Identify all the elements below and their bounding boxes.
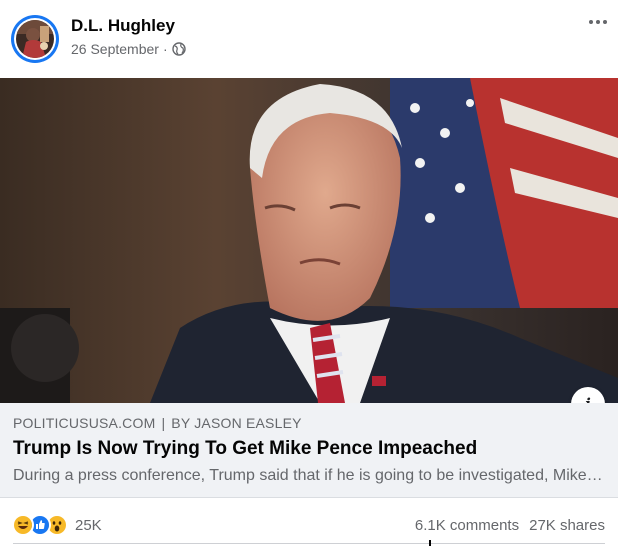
reaction-summary[interactable]: 25K (12, 514, 102, 536)
facebook-post: D.L. Hughley 26 September · POLITICUSUSA… (0, 0, 618, 546)
author-name[interactable]: D.L. Hughley (71, 16, 175, 36)
link-preview-image[interactable] (0, 78, 618, 403)
meta-separator: · (162, 41, 168, 57)
link-domain: POLITICUSUSA.COM (13, 415, 156, 431)
avatar-image (16, 20, 54, 58)
cursor-mark (429, 540, 431, 546)
politician-photo (0, 78, 618, 403)
post-meta: 26 September · (71, 41, 186, 57)
link-description: During a press conference, Trump said th… (13, 467, 605, 484)
link-source: POLITICUSUSA.COM | BY JASON EASLEY (13, 415, 302, 431)
link-divider: | (161, 415, 166, 431)
post-header: D.L. Hughley 26 September · (0, 0, 618, 78)
post-footer: 25K 6.1K comments 27K shares (0, 498, 618, 546)
more-options-icon[interactable] (584, 12, 612, 32)
link-preview[interactable]: POLITICUSUSA.COM | BY JASON EASLEY Trump… (0, 403, 618, 498)
engagement-stats: 6.1K comments 27K shares (415, 517, 605, 534)
link-title[interactable]: Trump Is Now Trying To Get Mike Pence Im… (13, 438, 477, 460)
shares-count[interactable]: 27K shares (529, 517, 605, 534)
author-avatar[interactable] (11, 15, 59, 63)
reaction-count[interactable]: 25K (75, 517, 102, 534)
post-date[interactable]: 26 September (71, 41, 159, 57)
globe-icon[interactable] (171, 42, 186, 56)
link-byline: BY JASON EASLEY (171, 415, 302, 431)
haha-icon (12, 514, 34, 536)
comments-count[interactable]: 6.1K comments (415, 517, 519, 534)
divider (13, 543, 605, 544)
